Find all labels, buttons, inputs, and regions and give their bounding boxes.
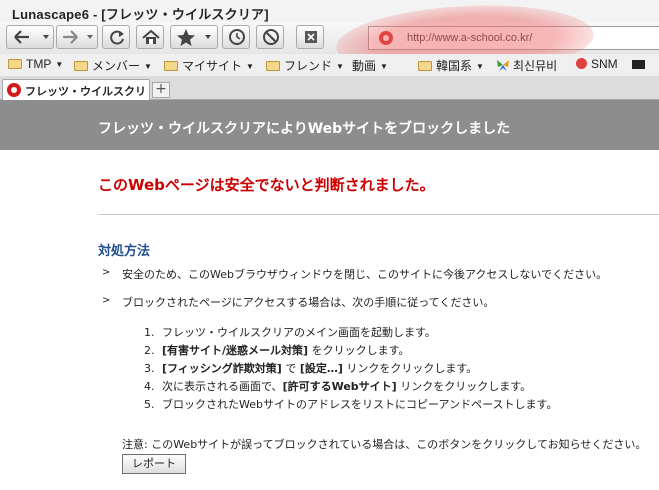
bookmark-folder-member[interactable]: メンバー ▼ (74, 57, 152, 73)
folder-icon (266, 61, 280, 71)
close-page-button[interactable] (296, 25, 324, 49)
bookmark-folder-tmp[interactable]: TMP ▼ (8, 57, 63, 73)
snm-favicon-icon (576, 58, 587, 69)
tab-strip: フレッツ・ウイルスクリア + (0, 76, 659, 114)
home-icon (142, 29, 160, 44)
bookmark-folder-korean[interactable]: 韓国系 ▼ (418, 57, 484, 73)
window-title: Lunascape6 - [フレッツ・ウイルスクリア] (12, 7, 269, 22)
stop-icon (263, 29, 279, 45)
chevron-down-icon: ▼ (476, 62, 484, 71)
reload-button[interactable] (102, 25, 130, 49)
home-button[interactable] (136, 25, 164, 49)
bullet-arrow-icon: > (102, 267, 111, 278)
forward-arrow-icon (63, 30, 93, 44)
history-button[interactable] (222, 25, 250, 49)
plus-icon: + (155, 81, 167, 97)
chevron-down-icon: ▼ (336, 62, 344, 71)
step-item: 3. [フィッシング詐欺対策] で [設定…] リンクをクリックします。 (144, 362, 478, 375)
step-item: 4. 次に表示される画面で、[許可するWebサイト] リンクをクリックします。 (144, 380, 532, 393)
bookmark-folder-video[interactable]: 動画 ▼ (352, 57, 388, 73)
bookmarks-bar: TMP ▼ メンバー ▼ マイサイト ▼ フレンド ▼ 動画 ▼ 韓国系 ▼ 최신뮤비 SN… (0, 54, 659, 76)
bookmark-folder-friend[interactable]: フレンド ▼ (266, 57, 344, 73)
folder-icon (164, 61, 178, 71)
window-titlebar: Lunascape6 - [フレッツ・ウイルスクリア] (0, 0, 659, 22)
bullet-arrow-icon: > (102, 295, 111, 306)
tab-virus-clear[interactable]: フレッツ・ウイルスクリア (2, 79, 150, 114)
back-button[interactable] (6, 25, 54, 49)
folder-icon (74, 61, 88, 71)
folder-icon (418, 61, 432, 71)
address-url: http://www.a-school.co.kr/ (407, 32, 533, 44)
block-banner: フレッツ・ウイルスクリアによりWebサイトをブロックしました (0, 100, 659, 150)
report-button[interactable]: レポート (122, 454, 186, 474)
site-favicon-icon (379, 31, 393, 45)
folder-icon (8, 59, 22, 69)
chevron-down-icon: ▼ (144, 62, 152, 71)
step-item: 5. ブロックされたWebサイトのアドレスをリストにコピーアンドペーストします。 (144, 398, 558, 411)
chevron-down-icon: ▼ (246, 62, 254, 71)
chevron-down-icon: ▼ (55, 60, 64, 69)
forward-button[interactable] (56, 25, 98, 49)
favorites-button[interactable] (170, 25, 218, 49)
close-page-icon (305, 31, 317, 43)
monitor-icon (632, 60, 645, 69)
bookmark-folder-mysite[interactable]: マイサイト ▼ (164, 57, 254, 73)
banner-title: フレッツ・ウイルスクリアによりWebサイトをブロックしました (98, 121, 511, 137)
section-title: 対処方法 (98, 244, 151, 259)
divider (98, 214, 659, 215)
butterfly-icon (497, 60, 509, 71)
clock-icon (229, 29, 245, 45)
bookmark-link-snm[interactable]: SNM (576, 57, 618, 73)
step-item: 2. [有害サイト/迷惑メール対策] をクリックします。 (144, 344, 410, 357)
back-arrow-icon (14, 30, 49, 44)
false-positive-note: 注意: このWebサイトが誤ってブロックされている場合は、このボタンをクリックし… (122, 438, 647, 451)
chevron-down-icon: ▼ (380, 62, 388, 71)
virus-clear-icon (7, 83, 21, 97)
stop-button[interactable] (256, 25, 284, 49)
star-icon (177, 29, 211, 46)
address-bar[interactable]: http://www.a-school.co.kr/ (368, 26, 659, 50)
new-tab-button[interactable]: + (152, 82, 170, 98)
reload-icon (110, 30, 124, 45)
bookmark-link-more[interactable] (632, 57, 645, 73)
step-item: 1. フレッツ・ウイルスクリアのメイン画面を起動します。 (144, 326, 436, 339)
bookmark-link-music[interactable]: 최신뮤비 (496, 57, 557, 73)
warning-heading: このWebページは安全でないと判断されました。 (98, 176, 435, 194)
